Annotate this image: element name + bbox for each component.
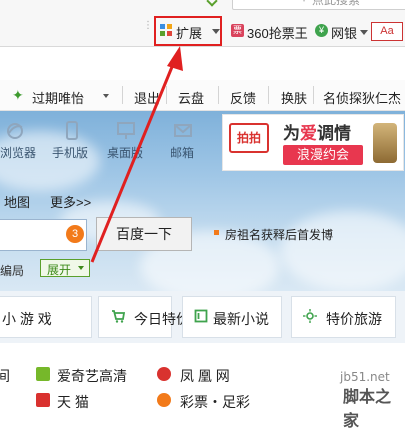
- chevron-down-icon[interactable]: [103, 94, 109, 98]
- mobile-icon[interactable]: [63, 121, 81, 141]
- sun-icon: [303, 309, 317, 323]
- desktop-icon[interactable]: [117, 121, 135, 141]
- nav-link-map[interactable]: 地图: [4, 192, 30, 211]
- bank-shield-icon: ¥: [315, 24, 328, 37]
- divider: [122, 86, 123, 104]
- extension-grid-icon: [160, 24, 172, 36]
- toolbar-item-font[interactable]: Aa: [371, 22, 403, 41]
- site-link-partial[interactable]: 间: [0, 366, 10, 386]
- quick-label-browser[interactable]: 浏览器: [0, 144, 36, 161]
- search-icon: ⚲: [300, 0, 308, 3]
- fav-item-detective[interactable]: 名侦探狄仁杰: [323, 88, 401, 107]
- watermark-text: 脚本之家: [343, 389, 392, 430]
- toolbar-grip-icon[interactable]: ⋮: [143, 21, 153, 31]
- category-label-games: 小 游 戏: [2, 311, 52, 327]
- divider: [268, 86, 269, 104]
- ad-tagline: 浪漫约会: [283, 145, 363, 165]
- iqiyi-icon: [36, 367, 50, 381]
- quick-label-desktop[interactable]: 桌面版: [107, 144, 143, 161]
- divider: [166, 86, 167, 104]
- divider: [313, 86, 314, 104]
- browser-icon[interactable]: [6, 121, 24, 141]
- category-label-novels: 最新小说: [213, 311, 269, 327]
- category-label-travel: 特价旅游: [326, 311, 382, 327]
- hot-dot-icon: [214, 230, 219, 235]
- toolbar-item-bank[interactable]: 网银: [331, 23, 357, 42]
- fav-item-logout[interactable]: 退出: [134, 88, 160, 107]
- quick-label-mail[interactable]: 邮箱: [170, 144, 194, 161]
- fav-item-expired[interactable]: 过期唯怡: [32, 88, 84, 107]
- chevron-down-icon[interactable]: [212, 29, 220, 34]
- site-link-iqiyi[interactable]: 爱奇艺高清: [57, 366, 127, 386]
- expand-label: 展开: [47, 263, 72, 277]
- divider: [218, 86, 219, 104]
- tmall-icon: [36, 393, 50, 407]
- ad-headline: 为爱调情: [283, 124, 351, 143]
- ticket-icon: 票: [231, 24, 244, 37]
- extension-label: 扩展: [176, 26, 203, 41]
- site-link-tmall[interactable]: 天 猫: [57, 392, 89, 412]
- book-icon: [194, 309, 208, 323]
- leaf-icon: ✦: [12, 87, 24, 103]
- site-link-lottery[interactable]: 彩票・足彩: [180, 392, 250, 412]
- site-link-ifeng[interactable]: 凤 凰 网: [180, 366, 230, 386]
- fav-item-feedback[interactable]: 反馈: [230, 88, 256, 107]
- hot-news-link[interactable]: 房祖名获释后首发博: [225, 226, 333, 243]
- ad-banner[interactable]: 拍拍 为爱调情 浪漫约会: [222, 114, 404, 171]
- divider: [0, 46, 405, 47]
- nav-link-more[interactable]: 更多>>: [50, 192, 91, 211]
- suggest-count-badge: 3: [66, 225, 84, 243]
- search-button[interactable]: 百度一下: [96, 217, 192, 251]
- mail-icon[interactable]: [174, 121, 192, 141]
- chevron-down-icon[interactable]: [360, 30, 368, 35]
- edit-label: 编局: [0, 264, 25, 278]
- quick-label-mobile[interactable]: 手机版: [52, 144, 88, 161]
- fav-item-cloud[interactable]: 云盘: [178, 88, 204, 107]
- chevron-down-icon: [78, 266, 84, 270]
- watch-image: [373, 123, 397, 163]
- toolbar-item-ticket[interactable]: 360抢票王: [247, 23, 308, 42]
- lottery-icon: [157, 393, 171, 407]
- phoenix-icon: [157, 367, 171, 381]
- fav-item-skin[interactable]: 换肤: [281, 88, 307, 107]
- watermark-url: jb51.net: [340, 370, 390, 384]
- ad-logo: 拍拍: [229, 123, 269, 153]
- cart-icon: [112, 310, 125, 323]
- address-placeholder: 点此搜索: [312, 0, 361, 7]
